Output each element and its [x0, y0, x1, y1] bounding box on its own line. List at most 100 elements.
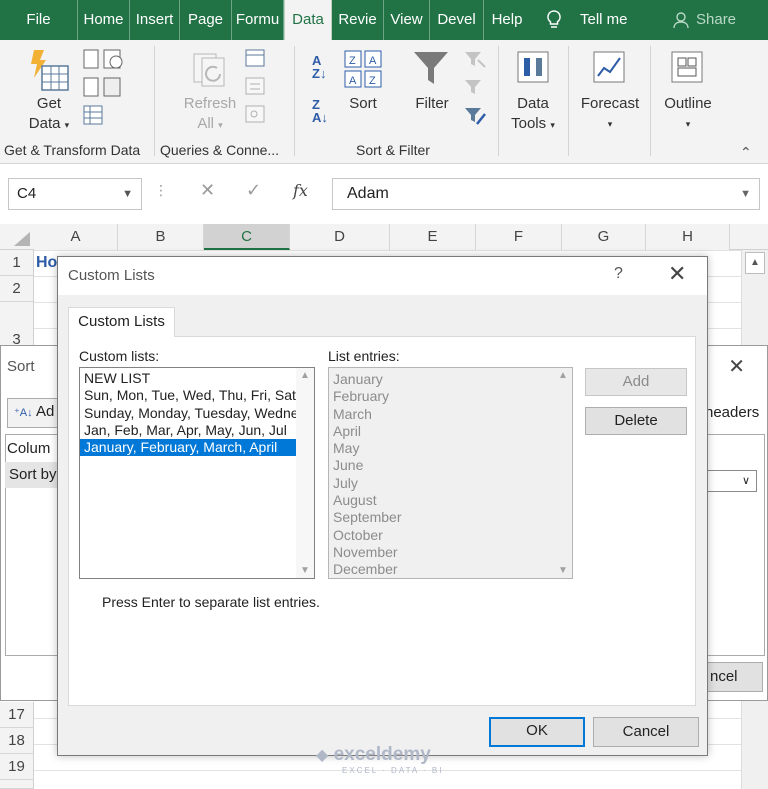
tab-review[interactable]: Revie	[332, 0, 384, 40]
row-header-1[interactable]: 1	[0, 250, 34, 276]
insert-function-button[interactable]: fx	[293, 181, 308, 200]
tab-home[interactable]: Home	[78, 0, 130, 40]
tab-insert[interactable]: Insert	[130, 0, 180, 40]
sort-a-to-z-icon[interactable]: A Z↓	[312, 54, 326, 80]
filter-button[interactable]: Filter	[408, 94, 456, 114]
row-header-2[interactable]: 2	[0, 276, 34, 302]
row-header-19[interactable]: 19	[0, 754, 34, 780]
sort-cancel-button[interactable]: ncel	[707, 662, 763, 692]
chevron-down-icon[interactable]: ▼	[122, 179, 133, 209]
name-box-value: C4	[17, 185, 37, 202]
tab-custom-lists[interactable]: Custom Lists	[68, 307, 175, 337]
data-tools-button[interactable]: Data Tools ▾	[508, 94, 558, 135]
tab-page-layout[interactable]: Page	[180, 0, 232, 40]
column-header-f[interactable]: F	[476, 224, 562, 250]
row-header-20[interactable]	[0, 780, 34, 789]
ok-button[interactable]: OK	[489, 717, 585, 747]
filter-funnel-icon	[414, 52, 448, 84]
list-item-selected[interactable]: January, February, March, April	[80, 438, 297, 458]
list-entry: January	[333, 371, 383, 387]
cancel-button[interactable]: Cancel	[593, 717, 699, 747]
scroll-up-icon[interactable]: ▲	[554, 370, 572, 381]
collapse-ribbon-icon[interactable]: ⌃	[740, 144, 752, 161]
close-icon[interactable]: ✕	[668, 261, 686, 287]
refresh-label: Refresh	[183, 95, 237, 112]
add-level-button[interactable]: ⁺A↓ Ad	[7, 398, 62, 428]
refresh-label-2: All	[197, 115, 214, 132]
tab-formulas[interactable]: Formu	[232, 0, 284, 40]
get-data-button[interactable]: Get Data ▾	[28, 94, 70, 135]
group-divider	[650, 46, 651, 156]
list-item[interactable]: Sun, Mon, Tue, Wed, Thu, Fri, Sat	[80, 387, 296, 404]
tell-me-search[interactable]: Tell me	[580, 0, 628, 40]
sort-by-row[interactable]: Sort by	[5, 462, 61, 488]
select-all-icon[interactable]	[14, 232, 30, 246]
sort-order-select[interactable]: ∨	[707, 470, 757, 492]
expand-formula-bar-icon[interactable]: ▼	[740, 179, 751, 209]
svg-text:Z: Z	[349, 55, 356, 67]
list-entries-textbox[interactable]: January February March April May June July Augu…	[328, 367, 573, 579]
tab-view[interactable]: View	[384, 0, 430, 40]
get-data-label-2: Data	[28, 115, 61, 132]
outline-label: Outline	[664, 95, 712, 112]
sort-column-header: Colum	[7, 440, 51, 457]
tab-data[interactable]: Data	[284, 0, 332, 40]
row-header-3[interactable]: 3	[0, 302, 34, 348]
outline-button[interactable]: Outline ▾	[658, 94, 718, 134]
tab-help[interactable]: Help	[484, 0, 530, 40]
sort-dialog-title: Sort	[7, 358, 35, 375]
help-button[interactable]: ?	[614, 265, 623, 283]
scroll-down-icon[interactable]: ▼	[296, 565, 314, 576]
add-button[interactable]: Add	[585, 368, 687, 396]
forecast-icon	[593, 51, 625, 83]
column-header-g[interactable]: G	[562, 224, 646, 250]
dialog-title: Custom Lists	[68, 267, 155, 284]
custom-lists-dialog: Custom Lists ? ✕ Custom Lists Custom lis…	[57, 256, 708, 756]
list-item[interactable]: Sunday, Monday, Tuesday, Wednesday	[80, 405, 296, 422]
cancel-entry-icon[interactable]: ✕	[200, 180, 215, 201]
data-tools-label-2: Tools	[511, 115, 547, 132]
list-item[interactable]: NEW LIST	[80, 370, 296, 387]
lightbulb-icon	[547, 10, 561, 28]
column-header-b[interactable]: B	[118, 224, 204, 250]
row-header-18[interactable]: 18	[0, 728, 34, 754]
column-header-e[interactable]: E	[390, 224, 476, 250]
list-entries-scrollbar[interactable]: ▲ ▼	[554, 368, 572, 578]
close-icon[interactable]: ✕	[728, 354, 745, 379]
formula-input-value: Adam	[347, 185, 389, 202]
ribbon: Get Data ▾ Get & Transform Data Refresh …	[0, 40, 768, 164]
chevron-down-icon: ∨	[741, 475, 750, 487]
tab-developer[interactable]: Devel	[430, 0, 484, 40]
my-data-has-headers-label[interactable]: headers	[705, 404, 759, 421]
list-entry: December	[333, 561, 398, 578]
exceldemy-logo-icon: ◆	[316, 747, 329, 764]
column-header-h[interactable]: H	[646, 224, 730, 250]
delete-button[interactable]: Delete	[585, 407, 687, 435]
column-header-d[interactable]: D	[290, 224, 390, 250]
sort-z-to-a-icon[interactable]: Z A↓	[312, 98, 328, 124]
sort-button[interactable]: Sort	[340, 94, 386, 114]
custom-lists-listbox[interactable]: NEW LIST Sun, Mon, Tue, Wed, Thu, Fri, S…	[79, 367, 315, 579]
row-header-17[interactable]: 17	[0, 702, 34, 728]
name-box[interactable]: C4 ▼	[8, 178, 142, 210]
formula-input[interactable]: Adam ▼	[332, 178, 760, 210]
list-entry: June	[333, 457, 364, 474]
custom-lists-scrollbar[interactable]: ▲ ▼	[296, 368, 314, 578]
forecast-button[interactable]: Forecast ▾	[578, 94, 642, 134]
entries-hint-text: Press Enter to separate list entries.	[102, 594, 320, 610]
tab-file[interactable]: File	[0, 0, 78, 40]
svg-text:A: A	[369, 55, 377, 67]
scroll-up-icon[interactable]: ▲	[296, 370, 314, 381]
list-item[interactable]: Jan, Feb, Mar, Apr, May, Jun, Jul	[80, 422, 296, 439]
column-header-c[interactable]: C	[204, 224, 290, 250]
watermark-name: exceldemy	[333, 744, 431, 765]
refresh-all-button[interactable]: Refresh All ▾	[180, 94, 240, 135]
column-header-a[interactable]: A	[34, 224, 118, 250]
confirm-entry-icon[interactable]: ✓	[246, 180, 261, 201]
share-button[interactable]: Share	[696, 0, 736, 40]
scroll-down-icon[interactable]: ▼	[554, 565, 572, 576]
custom-lists-label: Custom lists:	[79, 348, 160, 364]
cell-a1[interactable]: Ho	[36, 254, 57, 272]
scroll-up-icon[interactable]: ▲	[745, 252, 765, 274]
group-divider	[568, 46, 569, 156]
